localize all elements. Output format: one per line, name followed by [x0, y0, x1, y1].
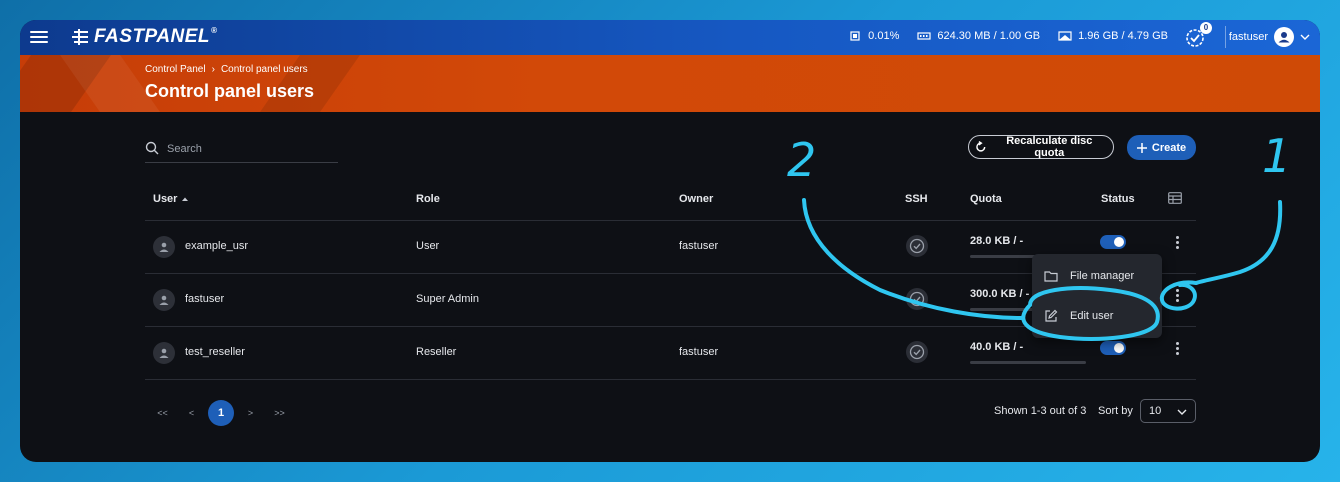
per-page-select[interactable]: 10: [1140, 399, 1196, 423]
top-bar: FASTPANEL® 0.01% 624.30 MB / 1.00 GB 1.9…: [20, 20, 1320, 55]
user-role: Reseller: [416, 346, 457, 358]
more-actions-icon[interactable]: [1174, 287, 1180, 305]
edit-icon: [1045, 309, 1058, 322]
breadcrumb-separator: ›: [211, 64, 215, 75]
refresh-icon: [976, 141, 986, 152]
quota-value: 28.0 KB / -: [970, 235, 1024, 247]
column-quota[interactable]: Quota: [970, 193, 1002, 205]
disk-icon: [1058, 31, 1072, 41]
chevron-down-icon: [1177, 409, 1187, 415]
ram-stat: 624.30 MB / 1.00 GB: [917, 30, 1040, 42]
search-input[interactable]: [165, 139, 339, 159]
user-role: User: [416, 240, 440, 252]
column-user[interactable]: User: [153, 193, 189, 205]
quota-bar: [970, 361, 1086, 364]
sort-by-label: Sort by: [1098, 405, 1133, 417]
breadcrumb-current: Control panel users: [220, 64, 308, 75]
sort-asc-icon: [182, 197, 189, 201]
quota-value: 300.0 KB / -: [970, 288, 1030, 300]
quota-value: 40.0 KB / -: [970, 341, 1024, 353]
create-button[interactable]: Create: [1127, 135, 1196, 160]
column-ssh: SSH: [905, 193, 928, 205]
user-avatar-icon: [153, 236, 175, 258]
chevron-down-icon: [1300, 34, 1310, 40]
menu-item-edit-user[interactable]: Edit user: [1032, 298, 1162, 334]
page-title: Control panel users: [145, 81, 315, 101]
user-avatar-icon: [153, 342, 175, 364]
ram-icon: [917, 32, 931, 40]
logo-text: FASTPANEL®: [94, 26, 218, 47]
user-name[interactable]: example_usr: [185, 240, 248, 252]
page-next-button[interactable]: >: [236, 408, 265, 418]
user-name[interactable]: test_reseller: [185, 346, 245, 358]
page-first-button[interactable]: <<: [148, 408, 177, 418]
user-owner: fastuser: [679, 346, 719, 358]
user-menu[interactable]: fastuser: [1229, 27, 1310, 47]
app-window: FASTPANEL® 0.01% 624.30 MB / 1.00 GB 1.9…: [20, 20, 1320, 462]
more-actions-icon[interactable]: [1174, 340, 1180, 358]
topbar-divider: [1225, 26, 1226, 48]
user-avatar-icon: [153, 289, 175, 311]
ssh-check-icon: [906, 341, 928, 363]
table-columns-icon: [1168, 192, 1182, 204]
plus-icon: [1136, 142, 1147, 153]
page-last-button[interactable]: >>: [265, 408, 294, 418]
logo-mark-icon: [72, 29, 88, 45]
breadcrumb-control-panel[interactable]: Control Panel: [145, 64, 206, 75]
breadcrumb: Control Panel › Control panel users: [145, 64, 308, 75]
results-count: Shown 1-3 out of 3: [994, 405, 1087, 417]
page-prev-button[interactable]: <: [177, 408, 206, 418]
column-status[interactable]: Status: [1101, 193, 1135, 205]
pagination: << < 1 > >>: [148, 400, 294, 426]
disk-stat: 1.96 GB / 4.79 GB: [1058, 30, 1168, 42]
row-context-menu: File manager Edit user: [1032, 254, 1162, 338]
more-actions-icon[interactable]: [1174, 234, 1180, 252]
column-owner[interactable]: Owner: [679, 193, 713, 205]
notifications-count-badge: 0: [1200, 22, 1212, 34]
cpu-icon: [850, 31, 860, 41]
user-owner: fastuser: [679, 240, 719, 252]
user-name[interactable]: fastuser: [185, 293, 224, 305]
user-avatar-icon: [1274, 27, 1294, 47]
column-role[interactable]: Role: [416, 193, 440, 205]
recalculate-quota-button[interactable]: Recalculate disc quota: [968, 135, 1114, 159]
search-icon: [145, 141, 159, 155]
page-header-banner: Control Panel › Control panel users Cont…: [20, 55, 1320, 112]
notifications-button[interactable]: 0: [1184, 22, 1212, 48]
folder-icon: [1044, 271, 1058, 282]
column-settings-button[interactable]: [1168, 192, 1182, 204]
ssh-check-icon: [906, 288, 928, 310]
menu-icon[interactable]: [30, 28, 48, 46]
cpu-stat: 0.01%: [848, 30, 899, 42]
search-box: [145, 136, 339, 163]
ssh-check-icon: [906, 235, 928, 257]
username-label: fastuser: [1228, 31, 1268, 43]
user-role: Super Admin: [416, 293, 479, 305]
page-current-button[interactable]: 1: [208, 400, 234, 426]
server-stats: 0.01% 624.30 MB / 1.00 GB 1.96 GB / 4.79…: [848, 30, 1168, 42]
status-toggle[interactable]: [1100, 341, 1126, 355]
logo[interactable]: FASTPANEL®: [72, 26, 217, 48]
menu-item-file-manager[interactable]: File manager: [1032, 258, 1162, 294]
table-header: User Role Owner SSH Quota Status: [145, 185, 1196, 221]
status-toggle[interactable]: [1100, 235, 1126, 249]
